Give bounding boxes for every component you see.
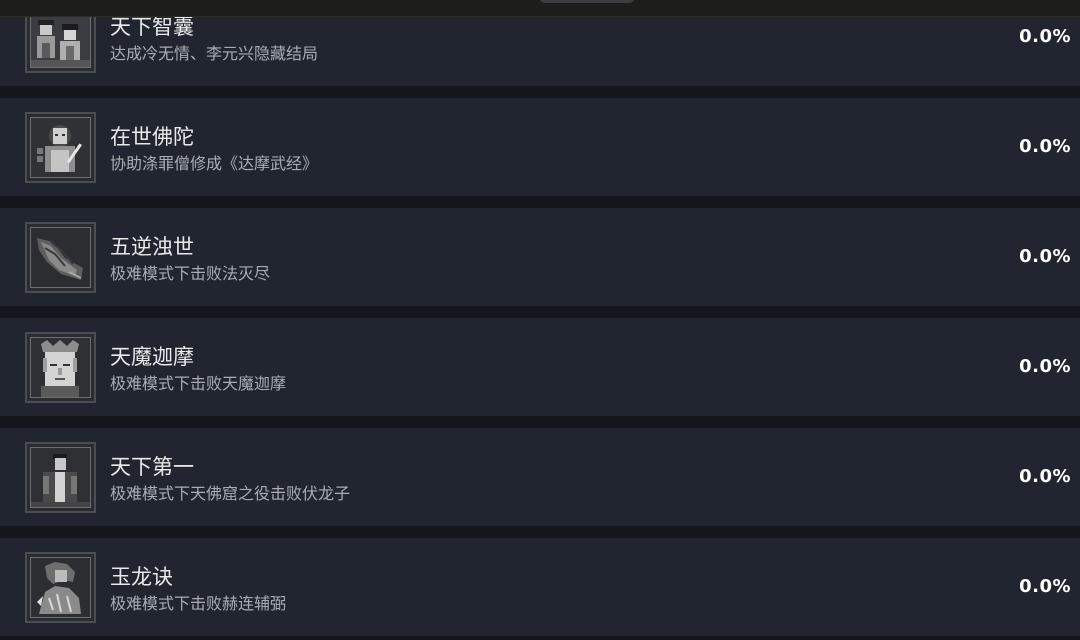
achievement-thumbnail (25, 112, 96, 183)
achievement-description: 极难模式下天佛窟之役击败伏龙子 (110, 484, 351, 503)
two-figures-icon (31, 8, 90, 67)
achievement-thumbnail (25, 552, 96, 623)
achievement-unlock-percentage: 0.0% (1019, 466, 1071, 487)
achievement-description: 极难模式下击败赫连辅弼 (110, 594, 287, 613)
achievement-description: 极难模式下击败法灭尽 (110, 264, 271, 283)
achievement-row[interactable]: 在世佛陀 协助涤罪僧修成《达摩武经》 0.0% (0, 98, 1080, 196)
achievement-description: 达成冷无情、李元兴隐藏结局 (110, 44, 319, 63)
achievement-thumbnail (25, 442, 96, 513)
achievement-unlock-percentage: 0.0% (1019, 356, 1071, 377)
achievement-unlock-percentage: 0.0% (1019, 26, 1071, 47)
overlay-header-bar (0, 0, 1080, 16)
achievement-title: 天下第一 (110, 455, 194, 479)
achievement-row[interactable]: 五逆浊世 极难模式下击败法灭尽 0.0% (0, 208, 1080, 306)
achievement-thumbnail (25, 222, 96, 293)
achievement-list: 天下智囊 达成冷无情、李元兴隐藏结局 0.0% 在世佛陀 协助涤罪僧修成《达摩武… (0, 0, 1080, 640)
swordsman-icon (31, 448, 90, 507)
achievement-title: 在世佛陀 (110, 125, 194, 149)
demon-face-icon (31, 338, 90, 397)
achievement-row[interactable]: 天下第一 极难模式下天佛窟之役击败伏龙子 0.0% (0, 428, 1080, 526)
achievement-unlock-percentage: 0.0% (1019, 136, 1071, 157)
achievement-row[interactable]: 玉龙诀 极难模式下击败赫连辅弼 0.0% (0, 538, 1080, 636)
achievement-description: 极难模式下击败天魔迦摩 (110, 374, 287, 393)
achievement-title: 天下智囊 (110, 15, 194, 39)
achievement-row[interactable]: 天魔迦摩 极难模式下击败天魔迦摩 0.0% (0, 318, 1080, 416)
achievement-title: 玉龙诀 (110, 565, 173, 589)
claw-icon (31, 228, 90, 287)
achievement-title: 天魔迦摩 (110, 345, 194, 369)
achievement-unlock-percentage: 0.0% (1019, 246, 1071, 267)
achievement-title: 五逆浊世 (110, 235, 194, 259)
monk-icon (31, 118, 90, 177)
achievements-viewport[interactable]: 天下智囊 达成冷无情、李元兴隐藏结局 0.0% 在世佛陀 协助涤罪僧修成《达摩武… (0, 0, 1080, 640)
achievement-description: 协助涤罪僧修成《达摩武经》 (110, 154, 319, 173)
dragon-warrior-icon (31, 558, 90, 617)
achievement-unlock-percentage: 0.0% (1019, 576, 1071, 597)
scroll-handle[interactable] (540, 0, 634, 3)
achievement-thumbnail (25, 332, 96, 403)
